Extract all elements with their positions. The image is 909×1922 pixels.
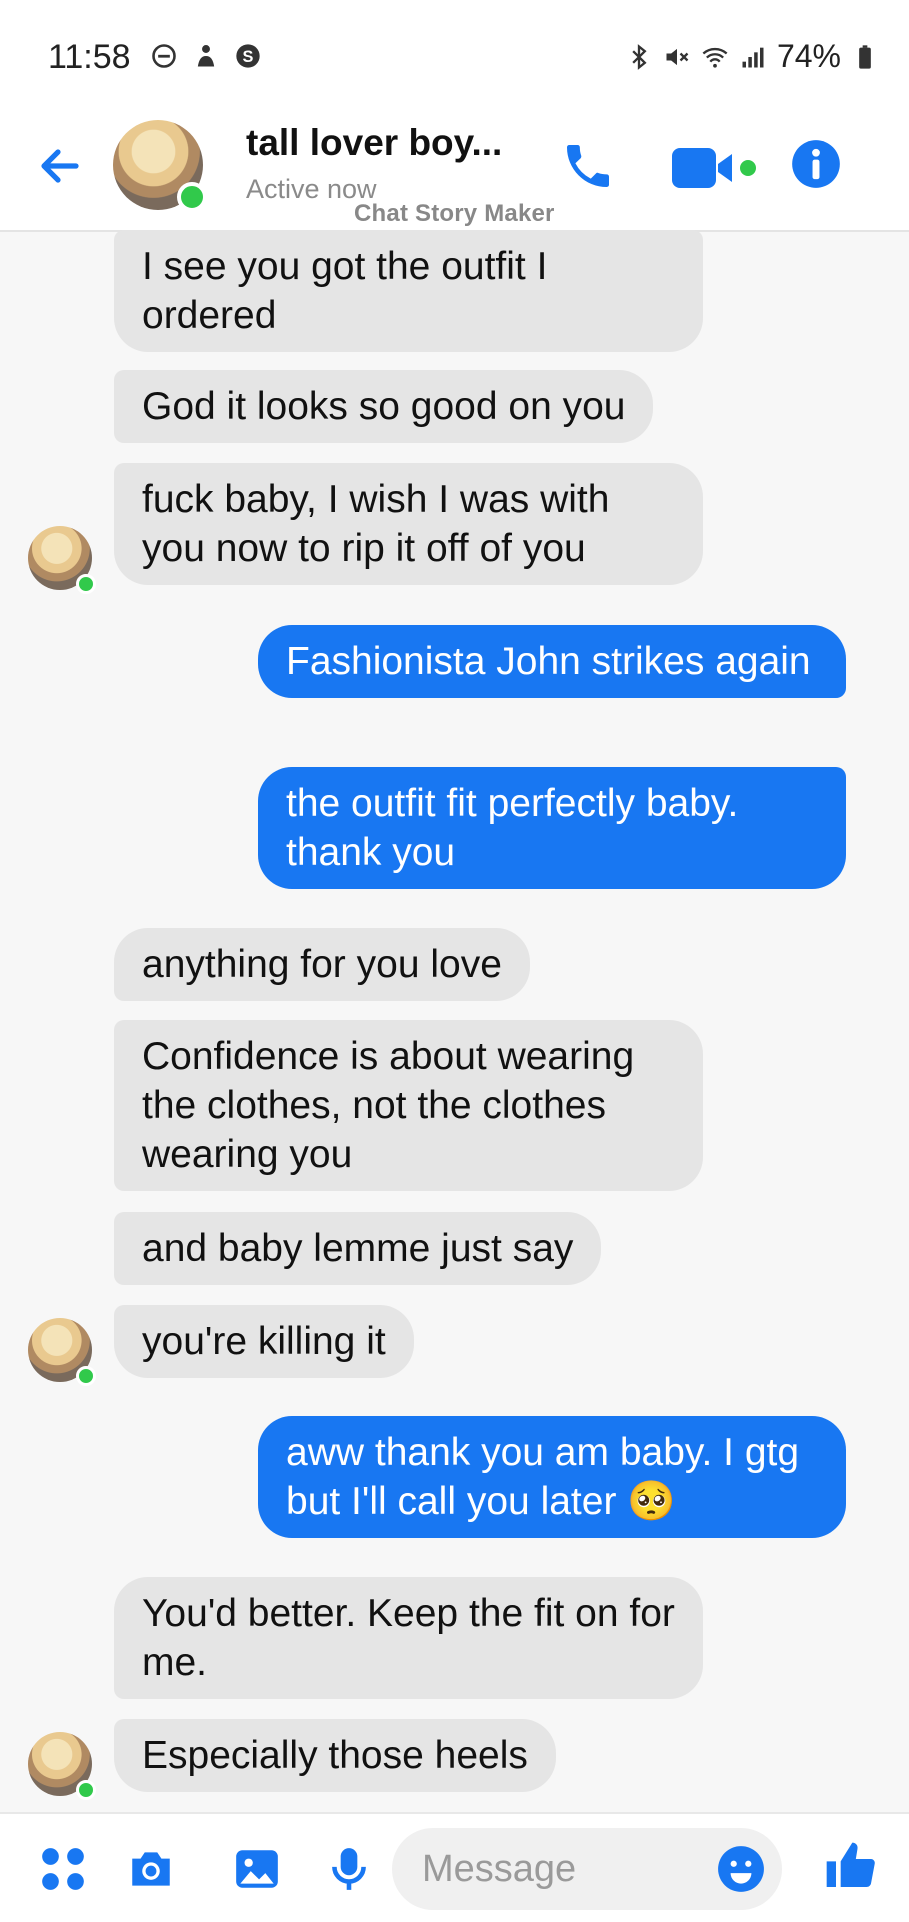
- message-bubble-outgoing[interactable]: Fashionista John strikes again: [258, 625, 846, 698]
- message-bubble-incoming[interactable]: Especially those heels: [114, 1719, 556, 1792]
- composer-bar: Message: [0, 1812, 909, 1922]
- svg-text:S: S: [243, 48, 254, 66]
- message-bubble-incoming[interactable]: fuck baby, I wish I was with you now to …: [114, 463, 703, 585]
- message-bubble-incoming[interactable]: I see you got the outfit I ordered: [114, 230, 703, 352]
- wifi-icon: [702, 47, 728, 68]
- status-left-icons: S: [150, 42, 262, 70]
- mute-icon: [666, 48, 689, 65]
- status-bar: 11:58 S 74%: [0, 0, 909, 110]
- emoji-icon[interactable]: [716, 1844, 766, 1894]
- sender-avatar[interactable]: [28, 526, 96, 594]
- online-indicator: [177, 182, 207, 212]
- do-not-disturb-icon: [152, 44, 176, 68]
- message-bubble-incoming[interactable]: Confidence is about wearing the clothes,…: [114, 1020, 703, 1191]
- message-bubble-outgoing[interactable]: aww thank you am baby. I gtg but I'll ca…: [258, 1416, 846, 1538]
- contact-avatar[interactable]: [113, 120, 207, 212]
- thumbs-up-icon[interactable]: [822, 1838, 878, 1894]
- back-arrow-icon[interactable]: [36, 142, 84, 190]
- status-right: 74%: [625, 38, 879, 75]
- status-time: 11:58: [48, 38, 131, 76]
- message-bubble-incoming[interactable]: God it looks so good on you: [114, 370, 654, 443]
- microphone-icon[interactable]: [324, 1844, 374, 1894]
- message-bubble-incoming[interactable]: and baby lemme just say: [114, 1212, 602, 1285]
- info-icon[interactable]: [790, 138, 842, 190]
- gallery-icon[interactable]: [232, 1844, 282, 1894]
- message-bubble-outgoing[interactable]: the outfit fit perfectly baby. thank you: [258, 767, 846, 889]
- message-bubble-incoming[interactable]: anything for you love: [114, 928, 530, 1001]
- phone-icon[interactable]: [560, 138, 616, 194]
- battery-percent: 74%: [776, 38, 841, 74]
- battery-icon: [859, 44, 871, 69]
- message-bubble-incoming[interactable]: You'd better. Keep the fit on for me.: [114, 1577, 703, 1699]
- camera-icon[interactable]: [126, 1844, 176, 1894]
- profile-icon: [197, 45, 215, 67]
- message-placeholder: Message: [422, 1848, 577, 1890]
- chat-header: tall lover boy... Active now Chat Story …: [0, 110, 909, 232]
- sender-avatar[interactable]: [28, 1732, 96, 1800]
- sender-avatar[interactable]: [28, 1318, 96, 1386]
- online-indicator: [76, 574, 96, 594]
- apps-icon[interactable]: [38, 1844, 88, 1894]
- message-input[interactable]: Message: [392, 1828, 782, 1910]
- online-indicator: [76, 1366, 96, 1386]
- signal-icon: [742, 47, 764, 67]
- skype-icon: S: [236, 44, 260, 68]
- video-call-icon[interactable]: [672, 146, 760, 190]
- online-indicator: [76, 1780, 96, 1800]
- message-bubble-incoming[interactable]: you're killing it: [114, 1305, 414, 1378]
- watermark: Chat Story Maker: [354, 200, 555, 227]
- contact-name[interactable]: tall lover boy...: [246, 122, 502, 164]
- bluetooth-icon: [632, 43, 647, 70]
